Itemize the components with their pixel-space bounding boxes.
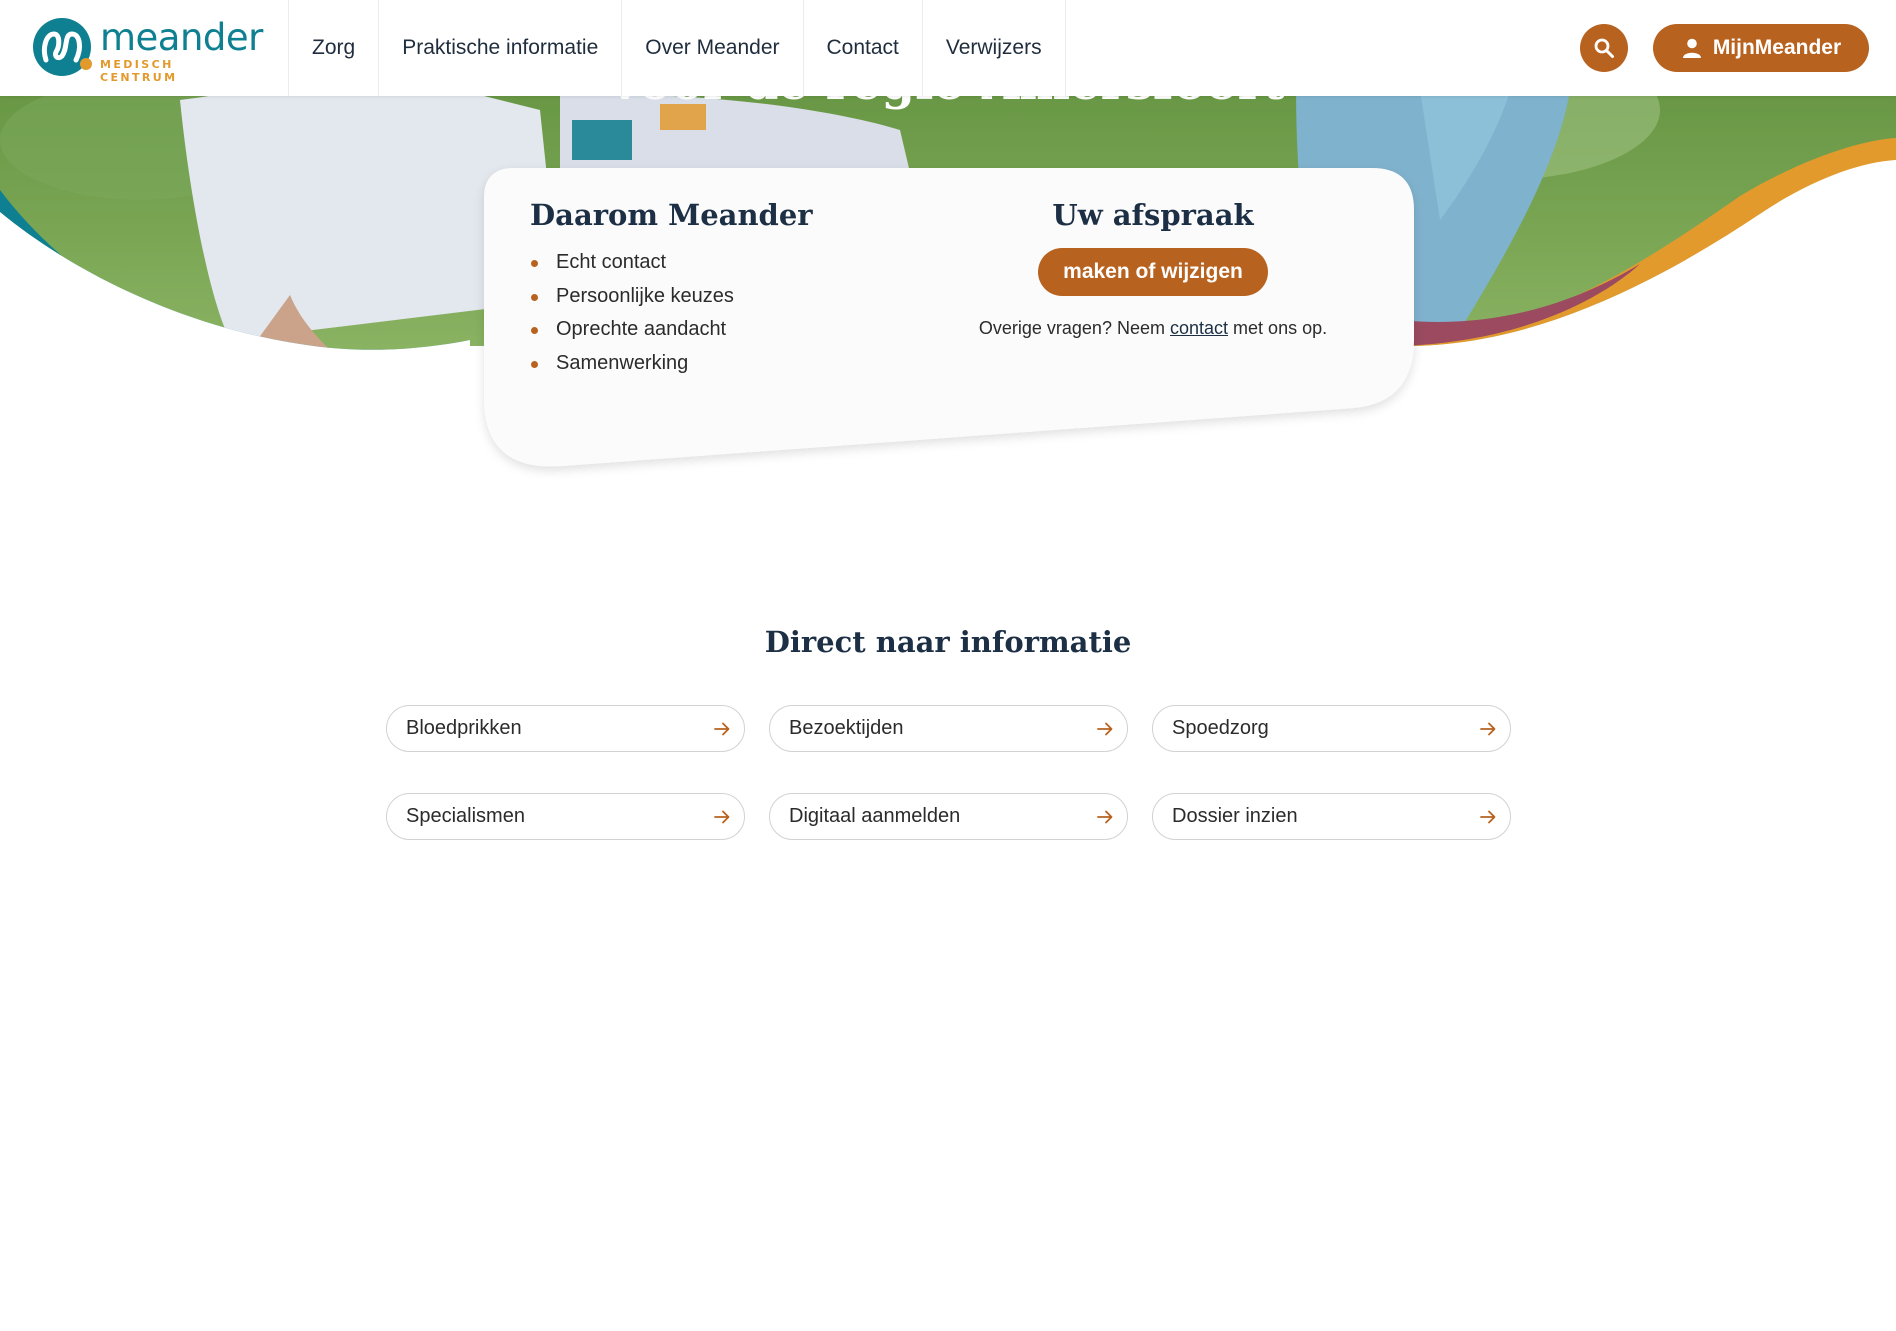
logo[interactable]: meander MEDISCH CENTRUM xyxy=(32,16,263,84)
quick-link-dossier-inzien[interactable]: Dossier inzien xyxy=(1152,793,1511,840)
reasons-title: Daarom Meander xyxy=(530,198,813,232)
quick-link-label: Dossier inzien xyxy=(1172,805,1298,827)
arrow-right-icon xyxy=(712,719,732,739)
reasons-list: Echt contact Persoonlijke keuzes Oprecht… xyxy=(530,246,930,380)
quick-link-label: Bloedprikken xyxy=(406,717,522,739)
logo-name: meander xyxy=(100,16,263,59)
appointment-note-before: Overige vragen? Neem xyxy=(978,318,1165,338)
search-button[interactable] xyxy=(1580,24,1628,72)
logo-tagline: MEDISCH CENTRUM xyxy=(100,58,178,84)
reason-item: Oprechte aandacht xyxy=(530,313,930,347)
contact-link[interactable]: contact xyxy=(1170,318,1228,338)
nav-item-praktische-informatie[interactable]: Praktische informatie xyxy=(379,0,623,96)
quick-link-label: Digitaal aanmelden xyxy=(789,805,961,827)
reason-item: Samenwerking xyxy=(530,347,930,381)
quick-link-bloedprikken[interactable]: Bloedprikken xyxy=(386,705,745,752)
nav-item-over-meander[interactable]: Over Meander xyxy=(622,0,804,96)
mijnmeander-button[interactable]: MijnMeander xyxy=(1653,24,1869,72)
user-icon xyxy=(1681,37,1703,59)
nav-item-zorg[interactable]: Zorg xyxy=(289,0,380,96)
quick-link-spoedzorg[interactable]: Spoedzorg xyxy=(1152,705,1511,752)
arrow-right-icon xyxy=(712,807,732,827)
arrow-right-icon xyxy=(1095,807,1115,827)
quick-link-label: Specialismen xyxy=(406,805,525,827)
appointment-panel: Uw afspraak maken of wijzigen Overige vr… xyxy=(940,198,1366,339)
appointment-title: Uw afspraak xyxy=(1052,198,1254,232)
arrow-right-icon xyxy=(1478,807,1498,827)
quick-link-label: Spoedzorg xyxy=(1172,717,1269,739)
appointment-button[interactable]: maken of wijzigen xyxy=(1038,248,1268,296)
nav-item-verwijzers[interactable]: Verwijzers xyxy=(923,0,1066,96)
main-nav: Zorg Praktische informatie Over Meander … xyxy=(288,0,1066,96)
quick-link-digitaal-aanmelden[interactable]: Digitaal aanmelden xyxy=(769,793,1128,840)
info-card: Daarom Meander Echt contact Persoonlijke… xyxy=(484,168,1414,468)
quick-link-specialismen[interactable]: Specialismen xyxy=(386,793,745,840)
search-icon xyxy=(1594,38,1614,58)
quick-links: Bloedprikken Bezoektijden Spoedzorg Spec… xyxy=(386,705,1512,840)
reasons-panel: Daarom Meander Echt contact Persoonlijke… xyxy=(530,198,930,380)
meander-logo-icon xyxy=(33,18,92,76)
reason-item: Persoonlijke keuzes xyxy=(530,280,930,314)
quick-link-label: Bezoektijden xyxy=(789,717,904,739)
appointment-note-after: met ons op. xyxy=(1233,318,1328,338)
mijnmeander-label: MijnMeander xyxy=(1712,36,1842,59)
quick-link-bezoektijden[interactable]: Bezoektijden xyxy=(769,705,1128,752)
appointment-note: Overige vragen? Neem contact met ons op. xyxy=(940,318,1366,339)
arrow-right-icon xyxy=(1478,719,1498,739)
direct-info-title: Direct naar informatie xyxy=(764,625,1132,659)
site-header: meander MEDISCH CENTRUM Zorg Praktische … xyxy=(0,0,1896,96)
nav-item-contact[interactable]: Contact xyxy=(804,0,923,96)
arrow-right-icon xyxy=(1095,719,1115,739)
reason-item: Echt contact xyxy=(530,246,930,280)
